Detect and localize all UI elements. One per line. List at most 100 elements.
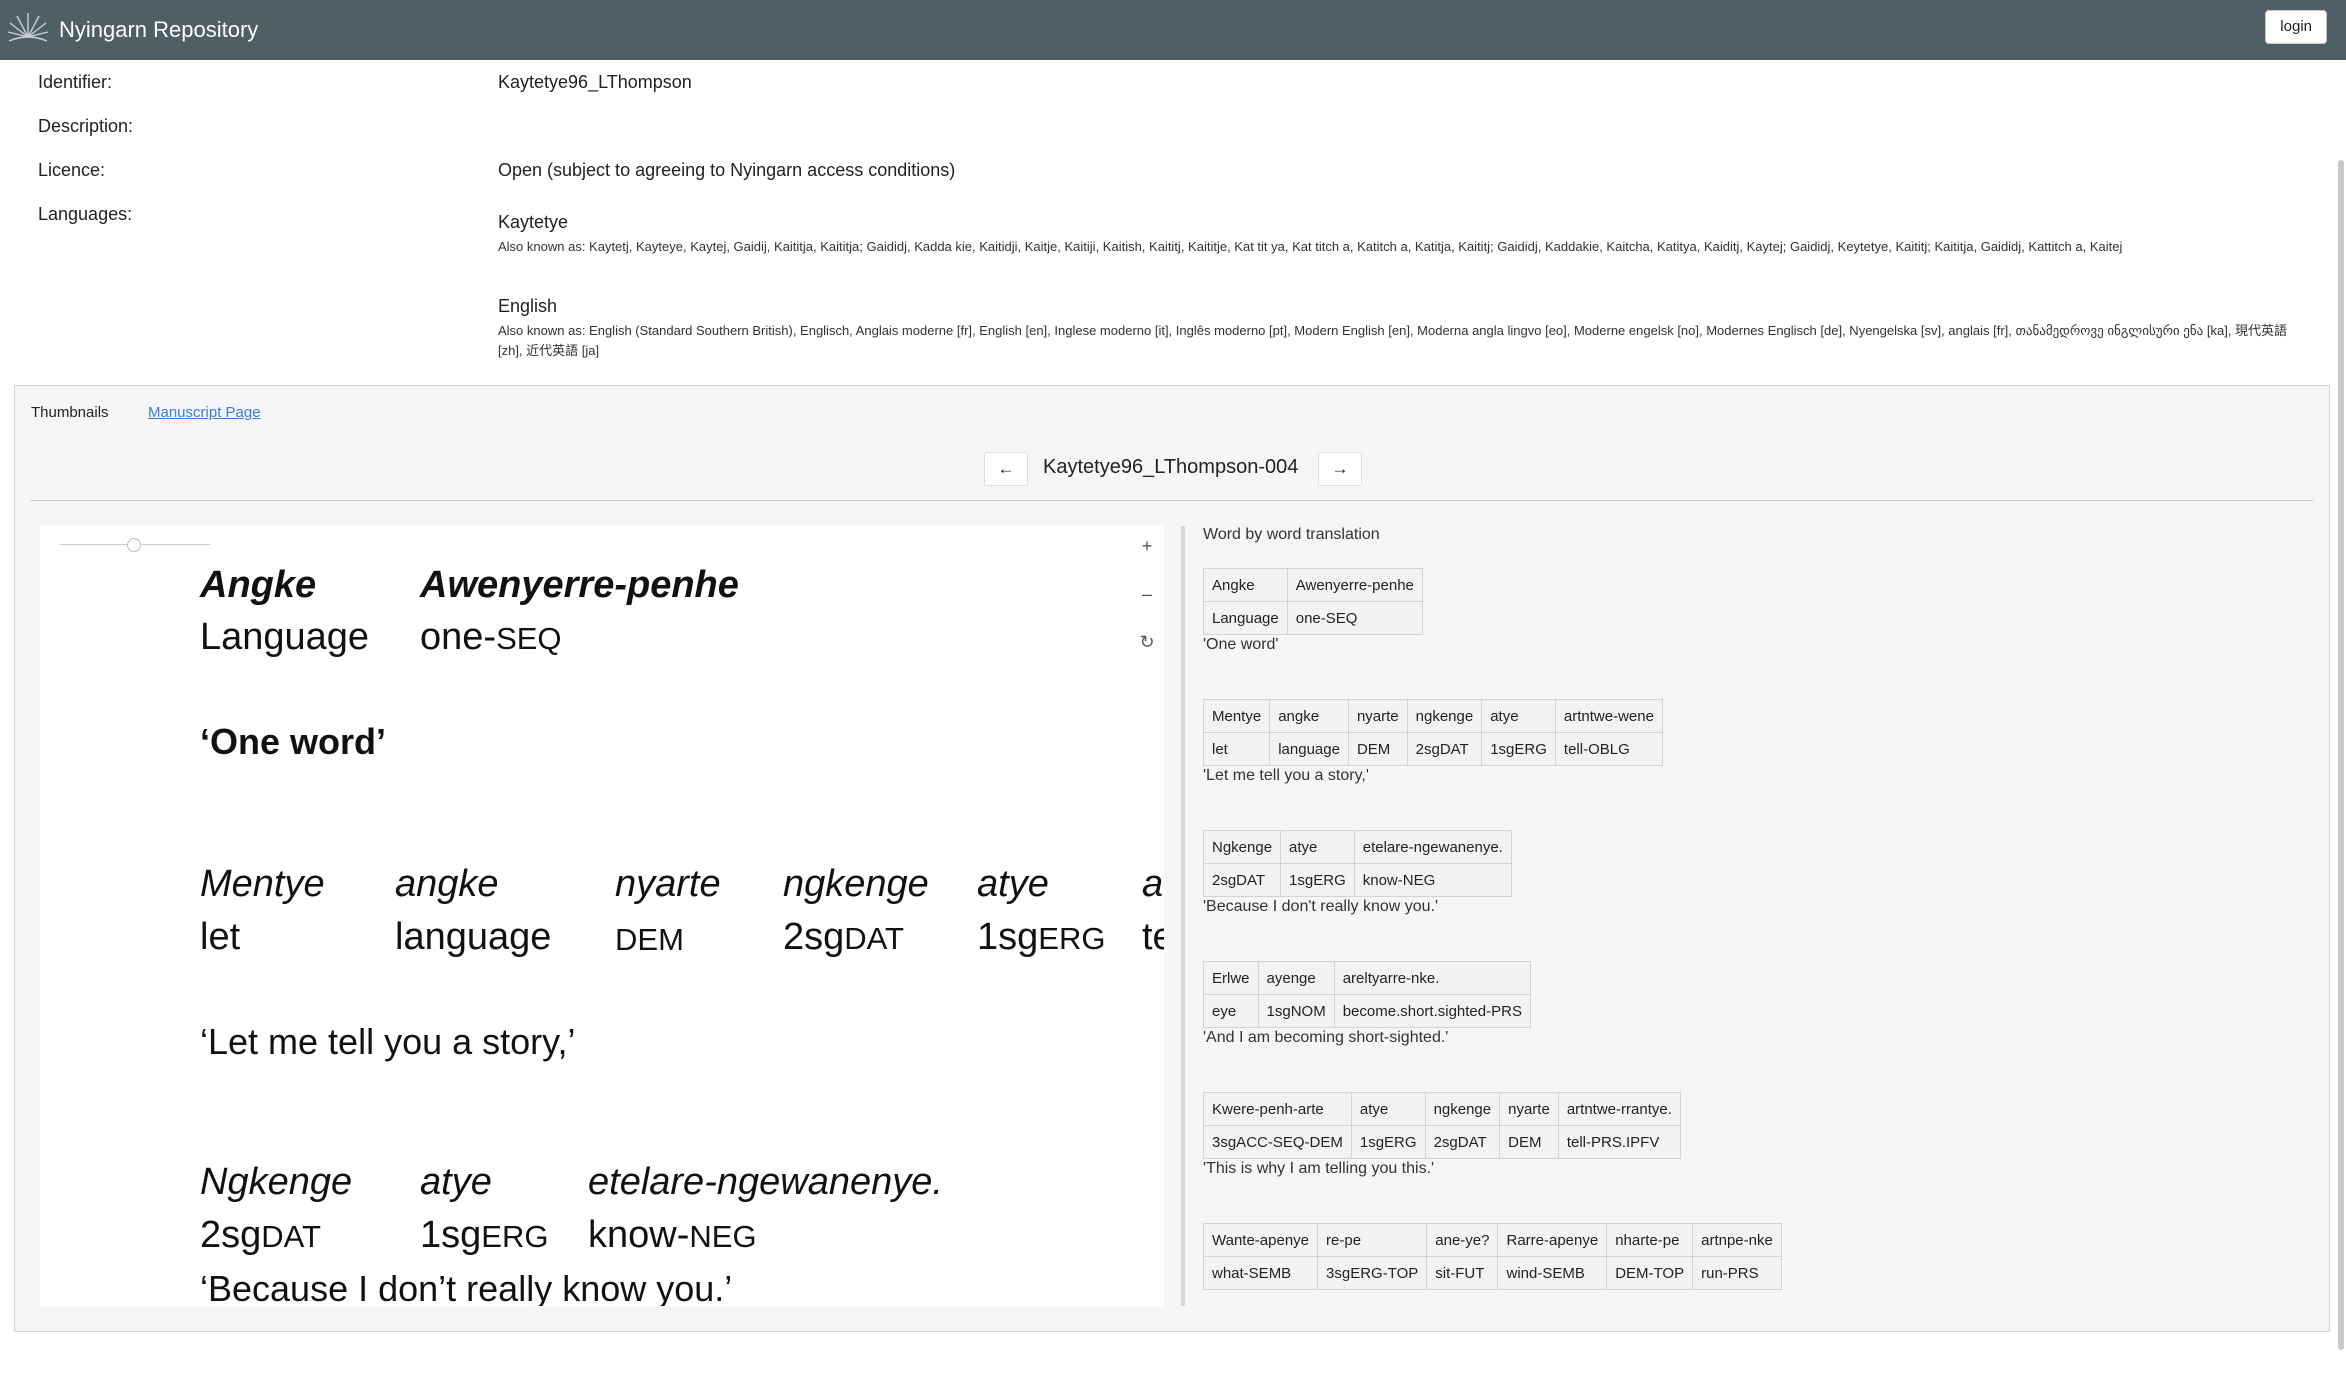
word-cell: re-pe xyxy=(1317,1223,1428,1257)
gloss-cell: 3sgERG-TOP xyxy=(1317,1256,1428,1290)
word-cell: Awenyerre-penhe xyxy=(1286,568,1423,602)
word-cell: Kwere-penh-arte xyxy=(1203,1092,1352,1126)
word-cell: nharte-pe xyxy=(1606,1223,1694,1257)
gloss-cell: 1sgERG xyxy=(1481,732,1556,766)
table-row: what-SEMB 3sgERG-TOP sit-FUT wind-SEMB D… xyxy=(1202,1256,1782,1290)
word-cell: Angke xyxy=(1203,568,1288,602)
word-cell: angke xyxy=(1269,699,1349,733)
tab-manuscript-page[interactable]: Manuscript Page xyxy=(148,404,261,421)
ms-gloss: language xyxy=(395,916,552,958)
word-cell: ngkenge xyxy=(1406,699,1483,733)
ms-word: ngkenge xyxy=(783,863,929,905)
ms-free-translation: ‘Let me tell you a story,’ xyxy=(200,1021,576,1062)
language-name: Kaytetye xyxy=(498,212,569,232)
gloss-table: Erlwe ayenge areltyarre-nke. eye 1sgNOM … xyxy=(1203,961,1531,1028)
ms-word: Ngkenge xyxy=(200,1161,353,1203)
ms-gloss: DEM xyxy=(615,922,684,957)
gloss-table: Wante-apenye re-pe ane-ye? Rarre-apenye … xyxy=(1202,1223,1782,1290)
top-navbar: Nyingarn Repository login xyxy=(0,0,2346,60)
gloss-table: Angke Awenyerre-penhe Language one-SEQ xyxy=(1203,568,1423,635)
zoom-out-icon[interactable]: – xyxy=(1137,584,1157,605)
ms-word: a xyxy=(1142,863,1164,905)
gloss-cell: 3sgACC-SEQ-DEM xyxy=(1203,1125,1352,1159)
language-english: English Also known as: English (Standard… xyxy=(498,296,2288,361)
gloss-cell: 1sgNOM xyxy=(1257,994,1335,1028)
ms-gloss: let xyxy=(200,916,241,958)
previous-page-button[interactable]: ← xyxy=(984,452,1028,486)
free-translation: 'This is why I am telling you this.' xyxy=(1203,1160,1435,1177)
word-cell: atye xyxy=(1481,699,1556,733)
word-cell: atye xyxy=(1280,830,1355,864)
word-cell: artnpe-nke xyxy=(1692,1223,1782,1257)
table-row: 3sgACC-SEQ-DEM 1sgERG 2sgDAT DEM tell-PR… xyxy=(1203,1125,1681,1159)
zoom-slider-handle[interactable] xyxy=(127,538,141,552)
tab-thumbnails[interactable]: Thumbnails xyxy=(31,404,109,421)
gloss-cell: sit-FUT xyxy=(1426,1256,1499,1290)
gloss-cell: tell-OBLG xyxy=(1554,732,1663,766)
word-cell: etelare-ngewanenye. xyxy=(1353,830,1512,864)
word-cell: ayenge xyxy=(1257,961,1335,995)
gloss-cell: 1sgERG xyxy=(1350,1125,1426,1159)
word-cell: ngkenge xyxy=(1424,1092,1501,1126)
table-row: Erlwe ayenge areltyarre-nke. xyxy=(1203,961,1531,995)
manuscript-viewer[interactable]: + – ↻ Angke Awenyerre-penhe Language one… xyxy=(40,526,1164,1306)
ms-gloss: 2sgDAT xyxy=(783,916,904,958)
language-aka: Also known as: English (Standard Souther… xyxy=(498,323,2288,358)
ms-free-translation: ‘Because I don’t really know you.’ xyxy=(200,1268,733,1306)
word-cell: artntwe-rrantye. xyxy=(1557,1092,1681,1126)
word-cell: areltyarre-nke. xyxy=(1333,961,1531,995)
table-row: Wante-apenye re-pe ane-ye? Rarre-apenye … xyxy=(1202,1223,1782,1257)
identifier-label: Identifier: xyxy=(38,72,113,92)
page-navigation: ← Kaytetye96_LThompson-004 → xyxy=(15,452,2329,488)
login-button[interactable]: login xyxy=(2265,10,2327,44)
word-cell: Erlwe xyxy=(1203,961,1259,995)
table-row: let language DEM 2sgDAT 1sgERG tell-OBLG xyxy=(1202,732,1663,766)
languages-label: Languages: xyxy=(38,204,133,224)
table-row: Kwere-penh-arte atye ngkenge nyarte artn… xyxy=(1203,1092,1681,1126)
gloss-cell: tell-PRS.IPFV xyxy=(1557,1125,1681,1159)
word-translation-panel: Word by word translation Angke Awenyerre… xyxy=(1181,526,2325,1306)
word-cell: nyarte xyxy=(1347,699,1408,733)
word-cell: ane-ye? xyxy=(1426,1223,1499,1257)
language-aka: Also known as: Kaytetj, Kayteye, Kaytej,… xyxy=(498,239,2123,254)
gloss-cell: wind-SEMB xyxy=(1497,1256,1608,1290)
ms-word: nyarte xyxy=(615,863,721,905)
word-cell: Rarre-apenye xyxy=(1497,1223,1608,1257)
table-row: Ngkenge atye etelare-ngewanenye. xyxy=(1202,830,1512,864)
licence-label: Licence: xyxy=(38,160,106,180)
reset-rotate-icon[interactable]: ↻ xyxy=(1137,632,1157,653)
ms-word: Awenyerre-penhe xyxy=(420,564,739,606)
gloss-cell: eye xyxy=(1203,994,1259,1028)
ms-gloss: 1sgERG xyxy=(977,916,1106,958)
gloss-table: Kwere-penh-arte atye ngkenge nyarte artn… xyxy=(1203,1092,1681,1159)
word-cell: Ngkenge xyxy=(1202,830,1282,864)
ms-gloss: Language xyxy=(200,616,370,658)
zoom-in-icon[interactable]: + xyxy=(1137,536,1157,557)
gloss-table: Mentye angke nyarte ngkenge atye artntwe… xyxy=(1202,699,1663,766)
gloss-table: Ngkenge atye etelare-ngewanenye. 2sgDAT … xyxy=(1202,830,1512,897)
ms-word: atye xyxy=(420,1161,492,1203)
page-scrollbar[interactable] xyxy=(2338,160,2344,1350)
divider xyxy=(30,500,2313,501)
gloss-cell: become.short.sighted-PRS xyxy=(1333,994,1531,1028)
word-cell: artntwe-wene xyxy=(1554,699,1663,733)
brand-title[interactable]: Nyingarn Repository xyxy=(59,17,258,43)
gloss-cell: know-NEG xyxy=(1353,863,1512,897)
arrow-right-icon: → xyxy=(1331,459,1349,478)
ms-gloss: 1sgERG xyxy=(420,1214,549,1256)
ms-word: Angke xyxy=(200,564,317,606)
language-kaytetye: Kaytetye Also known as: Kaytetj, Kayteye… xyxy=(498,212,2288,257)
ms-free-translation: ‘One word’ xyxy=(200,721,387,762)
next-page-button[interactable]: → xyxy=(1318,452,1362,486)
document-panel: Thumbnails Manuscript Page ← Kaytetye96_… xyxy=(14,385,2330,1332)
nyingarn-logo-icon xyxy=(7,13,49,42)
ms-word: atye xyxy=(977,863,1049,905)
ms-gloss: one-SEQ xyxy=(420,616,562,658)
gloss-cell: 1sgERG xyxy=(1280,863,1355,897)
gloss-cell: language xyxy=(1269,732,1349,766)
arrow-left-icon: ← xyxy=(997,459,1015,478)
description-label: Description: xyxy=(38,116,134,136)
gloss-cell: 2sgDAT xyxy=(1424,1125,1501,1159)
word-cell: Wante-apenye xyxy=(1202,1223,1319,1257)
translation-heading: Word by word translation xyxy=(1203,526,1380,543)
